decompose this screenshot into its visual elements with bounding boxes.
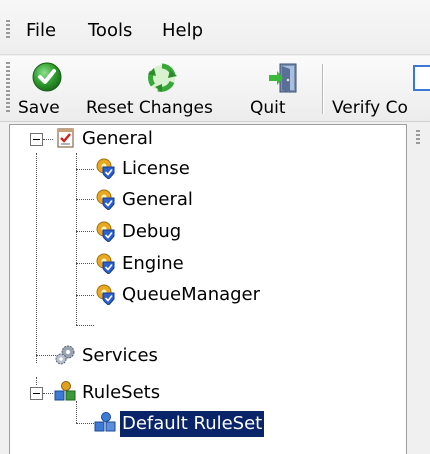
- tree-line: [43, 393, 53, 394]
- menu-help[interactable]: Help: [162, 19, 203, 43]
- gears-icon: [55, 345, 75, 365]
- tree-node-label: Debug: [122, 221, 182, 242]
- tree-node-label: QueueManager: [122, 284, 261, 305]
- shield-gear-icon: [96, 221, 115, 242]
- tree-line: [76, 263, 94, 264]
- shield-gear-icon: [96, 253, 115, 274]
- tree-line: [36, 377, 37, 385]
- recycle-arrows-icon: [148, 63, 177, 92]
- tree-line: [76, 153, 77, 325]
- tree-node-label: Engine: [122, 253, 184, 274]
- exit-door-icon: [269, 63, 297, 93]
- menu-tools[interactable]: Tools: [88, 19, 132, 43]
- tree-line: [43, 139, 53, 140]
- checklist-icon: [57, 128, 74, 148]
- tree-node-label: RuleSets: [82, 382, 161, 403]
- menu-bar: File Tools Help: [0, 0, 430, 55]
- tree-line: [76, 169, 94, 170]
- tree-line: [76, 401, 77, 423]
- tree-node-label: General: [122, 189, 193, 210]
- tree-line: [76, 325, 94, 326]
- reset-changes-button[interactable]: Reset Changes: [86, 56, 236, 122]
- tree-line: [36, 153, 37, 363]
- verify-label: Verify Co: [332, 98, 408, 118]
- toolbar-separator: [322, 64, 323, 114]
- tree-node-label: General: [82, 128, 153, 149]
- tree-line: [36, 355, 56, 356]
- settings-tree[interactable]: General License General Debug Engine Que…: [9, 124, 407, 454]
- panel-splitter[interactable]: [407, 124, 430, 454]
- splitter-grip[interactable]: [416, 130, 420, 144]
- shield-gear-icon: [96, 284, 115, 305]
- check-circle-icon: [32, 62, 62, 92]
- toolbar: Save Reset Changes Quit Verify Co: [0, 56, 430, 122]
- save-button-label: Save: [18, 98, 60, 118]
- quit-label: Quit: [250, 98, 286, 118]
- shapes-icon: [54, 381, 76, 401]
- toolbar-grip[interactable]: [6, 62, 10, 114]
- tree-line: [76, 295, 94, 296]
- quit-button[interactable]: Quit: [250, 56, 308, 122]
- expander-rulesets[interactable]: [30, 387, 43, 400]
- reset-changes-label: Reset Changes: [86, 98, 213, 118]
- verify-button[interactable]: Verify Co: [332, 56, 430, 122]
- shield-gear-icon: [96, 189, 115, 210]
- menu-file[interactable]: File: [26, 19, 56, 43]
- shapes-icon: [94, 412, 116, 432]
- document-icon: [413, 65, 430, 91]
- menubar-grip[interactable]: [6, 20, 10, 40]
- save-button[interactable]: Save: [18, 56, 74, 122]
- shield-gear-icon: [96, 158, 115, 179]
- tree-line: [76, 199, 94, 200]
- tree-node-label: Services: [82, 345, 158, 366]
- expander-general[interactable]: [30, 133, 43, 146]
- tree-line: [76, 423, 94, 424]
- tree-node-label: Default RuleSet: [120, 411, 265, 437]
- tree-node-label: License: [122, 158, 190, 179]
- tree-line: [76, 231, 94, 232]
